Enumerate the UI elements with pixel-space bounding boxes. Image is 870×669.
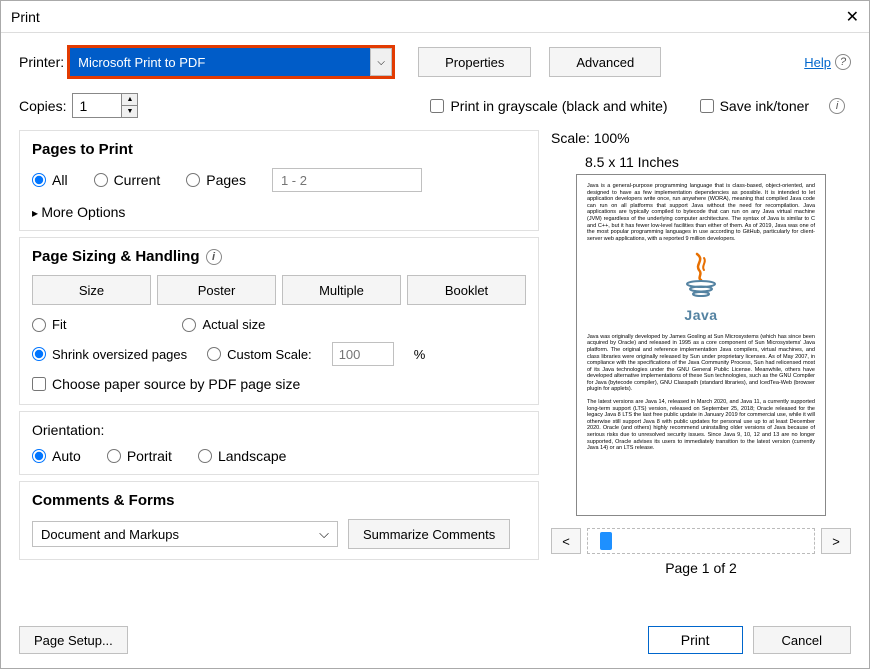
copies-spinner[interactable]: ▲ ▼ [72, 93, 138, 118]
orientation-label: Orientation: [32, 422, 526, 438]
pages-all-radio[interactable]: All [32, 172, 68, 188]
pages-range-input[interactable] [272, 168, 422, 192]
more-options-toggle[interactable]: More Options [32, 204, 526, 220]
cancel-button[interactable]: Cancel [753, 626, 851, 654]
custom-scale-radio[interactable]: Custom Scale: [207, 347, 312, 362]
grayscale-check-input[interactable] [430, 99, 444, 113]
choose-paper-checkbox[interactable]: Choose paper source by PDF page size [32, 376, 300, 392]
size-button[interactable]: Size [32, 275, 151, 305]
comments-combo[interactable]: Document and Markups ⌵ [32, 521, 338, 547]
preview-para: Java is a general-purpose programming la… [587, 183, 815, 242]
print-dialog: Print ✕ Printer: Microsoft Print to PDF … [0, 0, 870, 669]
help-link[interactable]: Help [804, 55, 831, 70]
sizing-heading: Page Sizing & Handling i [32, 248, 526, 265]
properties-button[interactable]: Properties [418, 47, 531, 77]
copies-row: Copies: ▲ ▼ Print in grayscale (black an… [19, 93, 851, 118]
comments-panel: Comments & Forms Document and Markups ⌵ … [19, 481, 539, 560]
page-setup-button[interactable]: Page Setup... [19, 626, 128, 654]
dialog-content: Printer: Microsoft Print to PDF ⌵ Proper… [1, 33, 869, 668]
next-page-button[interactable]: > [821, 528, 851, 554]
comments-heading: Comments & Forms [32, 492, 526, 509]
help-icon[interactable]: ? [835, 54, 851, 70]
java-logo-icon [677, 252, 725, 304]
spinner-up-icon[interactable]: ▲ [122, 94, 137, 106]
window-title: Print [11, 9, 40, 25]
shrink-radio[interactable]: Shrink oversized pages [32, 347, 187, 362]
orientation-portrait-radio[interactable]: Portrait [107, 448, 172, 464]
slider-thumb[interactable] [600, 532, 612, 550]
prev-page-button[interactable]: < [551, 528, 581, 554]
printer-label: Printer: [19, 54, 64, 70]
footer-row: Page Setup... Print Cancel [19, 626, 851, 654]
summarize-comments-button[interactable]: Summarize Comments [348, 519, 510, 549]
orientation-auto-radio[interactable]: Auto [32, 448, 81, 464]
java-logo: Java [587, 252, 815, 323]
pages-to-print-panel: Pages to Print All Current Pages [19, 130, 539, 231]
page-indicator: Page 1 of 2 [551, 560, 851, 576]
sizing-panel: Page Sizing & Handling i Size Poster Mul… [19, 237, 539, 405]
booklet-button[interactable]: Booklet [407, 275, 526, 305]
copies-input[interactable] [73, 94, 121, 117]
save-ink-check-input[interactable] [700, 99, 714, 113]
preview-para: Java was originally developed by James G… [587, 334, 815, 393]
printer-row: Printer: Microsoft Print to PDF ⌵ Proper… [19, 47, 851, 77]
preview-column: Scale: 100% 8.5 x 11 Inches Java is a ge… [551, 130, 851, 600]
preview-zoom-slider[interactable] [587, 528, 815, 554]
save-ink-checkbox[interactable]: Save ink/toner [700, 98, 810, 114]
help-area: Help ? [804, 54, 851, 70]
orientation-panel: Orientation: Auto Portrait Landscape [19, 411, 539, 475]
grayscale-checkbox[interactable]: Print in grayscale (black and white) [430, 98, 667, 114]
page-preview: Java is a general-purpose programming la… [576, 174, 826, 516]
info-icon[interactable]: i [206, 249, 222, 265]
spinner-down-icon[interactable]: ▼ [122, 106, 137, 117]
paper-size-label: 8.5 x 11 Inches [585, 154, 851, 170]
pages-heading: Pages to Print [32, 141, 526, 158]
fit-radio[interactable]: Fit [32, 317, 66, 332]
pages-range-radio[interactable]: Pages [186, 172, 246, 188]
scale-label: Scale: 100% [551, 130, 851, 146]
title-bar: Print ✕ [1, 1, 869, 33]
chevron-down-icon: ⌵ [319, 526, 329, 542]
advanced-button[interactable]: Advanced [549, 47, 661, 77]
info-icon[interactable]: i [829, 98, 845, 114]
print-button[interactable]: Print [648, 626, 743, 654]
chevron-down-icon[interactable]: ⌵ [370, 48, 392, 76]
orientation-landscape-radio[interactable]: Landscape [198, 448, 287, 464]
printer-select[interactable]: Microsoft Print to PDF ⌵ [70, 48, 392, 76]
close-icon[interactable]: ✕ [846, 7, 859, 27]
custom-scale-input[interactable] [332, 342, 394, 366]
copies-label: Copies: [19, 98, 66, 114]
printer-select-value: Microsoft Print to PDF [70, 48, 370, 76]
actual-size-radio[interactable]: Actual size [182, 317, 265, 332]
preview-para: The latest versions are Java 14, release… [587, 399, 815, 452]
pages-current-radio[interactable]: Current [94, 172, 161, 188]
multiple-button[interactable]: Multiple [282, 275, 401, 305]
poster-button[interactable]: Poster [157, 275, 276, 305]
